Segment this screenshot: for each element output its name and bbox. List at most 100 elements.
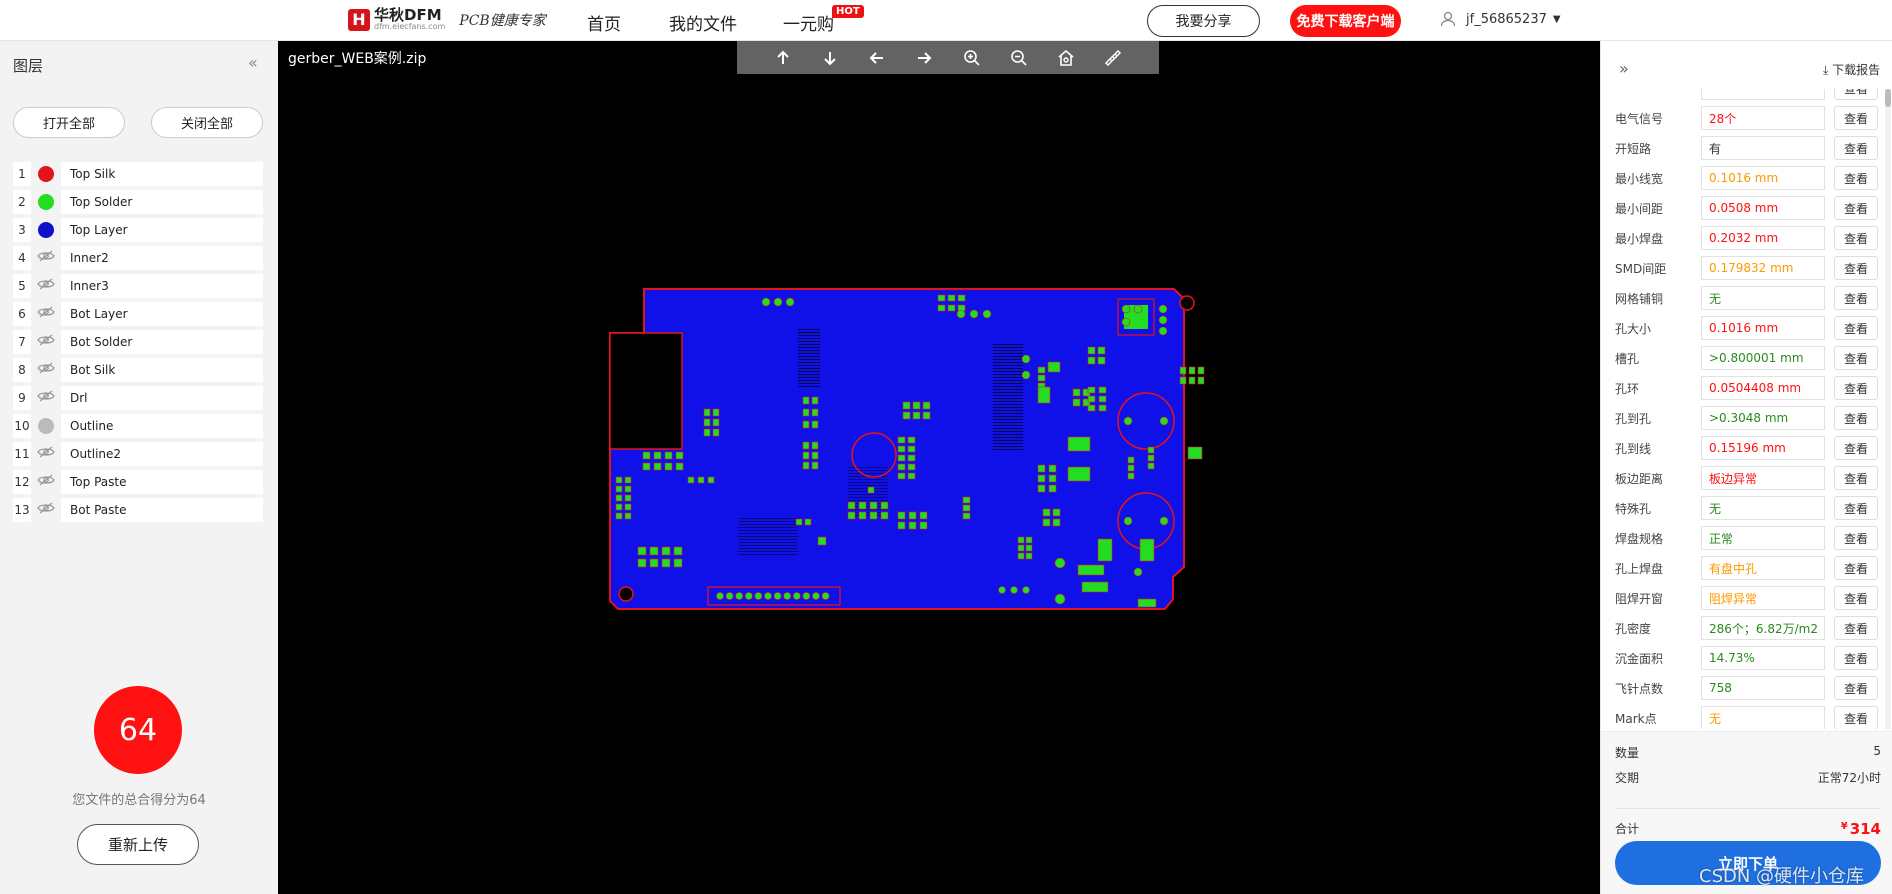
eye-hidden-icon[interactable]: [37, 474, 55, 490]
layer-row[interactable]: 2 Top Solder: [13, 189, 263, 215]
layer-list: 1 Top Silk 2 Top Solder 3 Top Layer 4 Inner…: [13, 161, 263, 525]
eye-hidden-icon[interactable]: [37, 334, 55, 350]
layer-row[interactable]: 10 Outline: [13, 413, 263, 439]
trace-hatch-3: [738, 517, 798, 557]
check-label: 孔上焊盘: [1615, 561, 1664, 576]
view-button[interactable]: 查看: [1834, 256, 1878, 280]
eye-hidden-icon[interactable]: [37, 390, 55, 406]
view-button[interactable]: 查看: [1834, 136, 1878, 160]
layer-color-dot[interactable]: [38, 194, 54, 210]
layer-color-dot[interactable]: [38, 418, 54, 434]
pcb-pad: [907, 454, 916, 462]
layer-color-dot[interactable]: [38, 222, 54, 238]
layer-row[interactable]: 9 Drl: [13, 385, 263, 411]
dfm-report-panel: » ⤓ 下载报告 查看电气信号 28个 查看开短路 有 查看最小线宽 0.101…: [1600, 41, 1892, 894]
hot-badge: HOT: [832, 5, 864, 18]
open-all-button[interactable]: 打开全部: [13, 107, 125, 138]
layer-color-dot[interactable]: [38, 166, 54, 182]
view-button[interactable]: 查看: [1834, 436, 1878, 460]
view-button[interactable]: 查看: [1834, 226, 1878, 250]
layer-name: Inner3: [61, 274, 263, 298]
collapse-left-icon[interactable]: «: [248, 53, 258, 72]
download-client-button[interactable]: 免费下载客户端: [1290, 5, 1401, 37]
view-button[interactable]: 查看: [1834, 196, 1878, 220]
view-button[interactable]: 查看: [1834, 676, 1878, 700]
pcb-pad: [1147, 454, 1155, 462]
score-badge: 64: [94, 686, 182, 774]
view-button[interactable]: 查看: [1834, 316, 1878, 340]
view-button[interactable]: 查看: [1834, 706, 1878, 729]
check-list-scrollbar[interactable]: [1885, 89, 1891, 729]
site-logo[interactable]: H 华秋DFM dfm.elecfans.com PCB健康专家: [348, 8, 546, 31]
check-label: 阻焊开窗: [1615, 591, 1664, 606]
share-button[interactable]: 我要分享: [1147, 5, 1260, 37]
pcb-pad: [707, 476, 715, 484]
view-button[interactable]: 查看: [1834, 616, 1878, 640]
pcb-via: [1158, 315, 1168, 325]
user-menu[interactable]: jf_56865237 ▼: [1440, 11, 1561, 27]
ruler-icon[interactable]: [1101, 46, 1125, 70]
collapse-right-icon[interactable]: »: [1619, 59, 1629, 78]
nav-home[interactable]: 首页: [587, 10, 621, 35]
brand-slogan: PCB健康专家: [459, 12, 546, 29]
pcb-pad: [880, 511, 889, 520]
scrollbar-thumb[interactable]: [1885, 89, 1891, 107]
pcb-pad: [697, 476, 705, 484]
pcb-pad: [902, 411, 911, 420]
layer-row[interactable]: 7 Bot Solder: [13, 329, 263, 355]
pcb-via: [1158, 326, 1168, 336]
view-button[interactable]: 查看: [1834, 166, 1878, 190]
view-button[interactable]: 查看: [1834, 106, 1878, 130]
view-button[interactable]: 查看: [1834, 376, 1878, 400]
download-report-link[interactable]: ⤓ 下载报告: [1823, 61, 1880, 78]
nav-my-files[interactable]: 我的文件: [669, 10, 737, 35]
arrow-up-icon[interactable]: [771, 46, 795, 70]
layer-row[interactable]: 11 Outline2: [13, 441, 263, 467]
view-button[interactable]: 查看: [1834, 526, 1878, 550]
caret-down-icon: ▼: [1552, 13, 1561, 25]
zoom-out-icon[interactable]: [1007, 46, 1031, 70]
pcb-via: [792, 592, 801, 600]
reupload-button[interactable]: 重新上传: [77, 824, 199, 865]
view-button[interactable]: 查看: [1834, 346, 1878, 370]
layer-row[interactable]: 3 Top Layer: [13, 217, 263, 243]
eye-hidden-icon[interactable]: [37, 278, 55, 294]
pcb-via: [744, 592, 753, 600]
view-button[interactable]: 查看: [1834, 496, 1878, 520]
pcb-pad: [1097, 356, 1106, 365]
eye-hidden-icon[interactable]: [37, 502, 55, 518]
check-row: 最小间距 0.0508 mm 查看: [1601, 193, 1892, 223]
view-button[interactable]: 查看: [1834, 586, 1878, 610]
layer-row[interactable]: 1 Top Silk: [13, 161, 263, 187]
home-icon[interactable]: [1054, 46, 1078, 70]
arrow-down-icon[interactable]: [818, 46, 842, 70]
view-button[interactable]: 查看: [1834, 89, 1878, 100]
check-row: 网格铺铜 无 查看: [1601, 283, 1892, 313]
pcb-pad: [937, 294, 946, 302]
pcb-board-render[interactable]: [608, 287, 1218, 617]
pcb-pad: [1072, 398, 1081, 407]
gerber-viewer[interactable]: gerber_WEB案例.zip: [278, 41, 1600, 894]
eye-hidden-icon[interactable]: [37, 250, 55, 266]
close-all-button[interactable]: 关闭全部: [151, 107, 263, 138]
layer-row[interactable]: 6 Bot Layer: [13, 301, 263, 327]
nav-one-yuan[interactable]: 一元购: [783, 10, 834, 35]
layer-name: Top Solder: [61, 190, 263, 214]
view-button[interactable]: 查看: [1834, 466, 1878, 490]
view-button[interactable]: 查看: [1834, 286, 1878, 310]
layer-row[interactable]: 8 Bot Silk: [13, 357, 263, 383]
arrow-left-icon[interactable]: [865, 46, 889, 70]
eye-hidden-icon[interactable]: [37, 362, 55, 378]
arrow-right-icon[interactable]: [912, 46, 936, 70]
layer-row[interactable]: 4 Inner2: [13, 245, 263, 271]
layer-row[interactable]: 13 Bot Paste: [13, 497, 263, 523]
view-button[interactable]: 查看: [1834, 556, 1878, 580]
layer-row[interactable]: 12 Top Paste: [13, 469, 263, 495]
eye-hidden-icon[interactable]: [37, 446, 55, 462]
layer-name: Outline: [61, 414, 263, 438]
view-button[interactable]: 查看: [1834, 406, 1878, 430]
layer-row[interactable]: 5 Inner3: [13, 273, 263, 299]
view-button[interactable]: 查看: [1834, 646, 1878, 670]
eye-hidden-icon[interactable]: [37, 306, 55, 322]
zoom-in-icon[interactable]: [960, 46, 984, 70]
